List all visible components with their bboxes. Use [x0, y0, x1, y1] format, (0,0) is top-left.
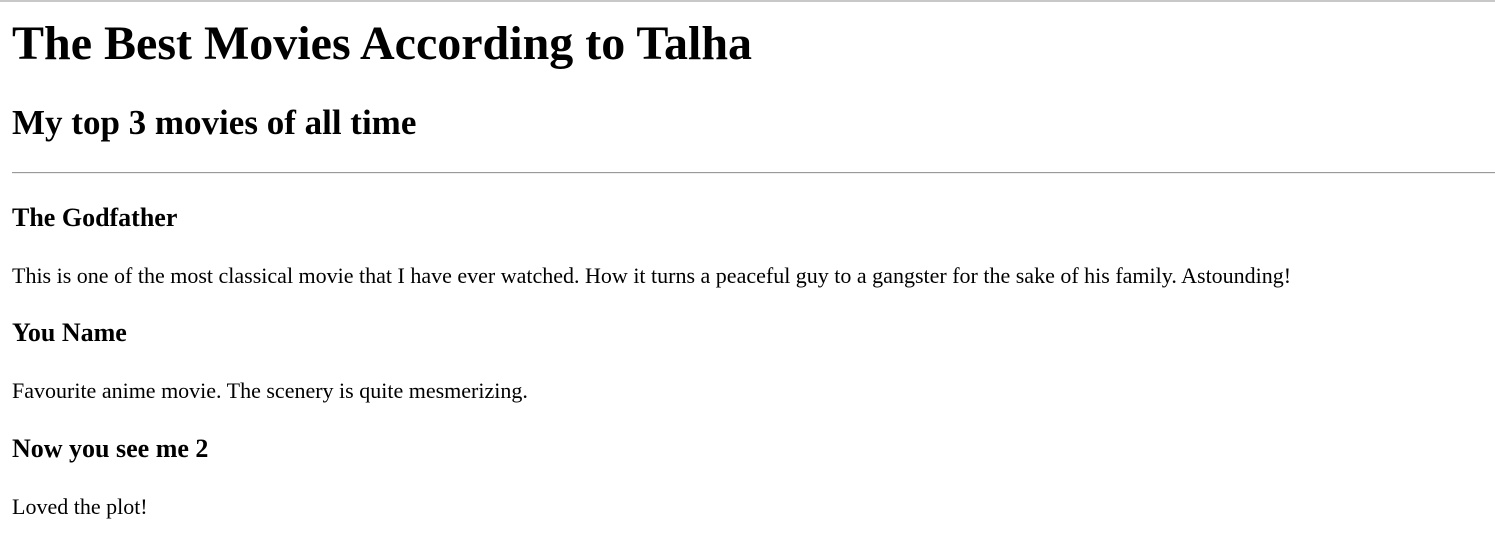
- movie-description-your-name: Favourite anime movie. The scenery is qu…: [12, 378, 528, 403]
- page-subtitle: My top 3 movies of all time: [12, 103, 417, 142]
- browser-viewport-top-border: [0, 0, 1495, 2]
- movie-title-your-name: You Name: [12, 318, 127, 347]
- movie-title-godfather: The Godfather: [12, 203, 178, 232]
- horizontal-divider: [12, 172, 1495, 174]
- movie-description-now-you-see-me-2: Loved the plot!: [12, 494, 148, 519]
- movie-title-now-you-see-me-2: Now you see me 2: [12, 434, 209, 463]
- page-title: The Best Movies According to Talha: [12, 17, 753, 70]
- movie-description-godfather: This is one of the most classical movie …: [12, 263, 1292, 288]
